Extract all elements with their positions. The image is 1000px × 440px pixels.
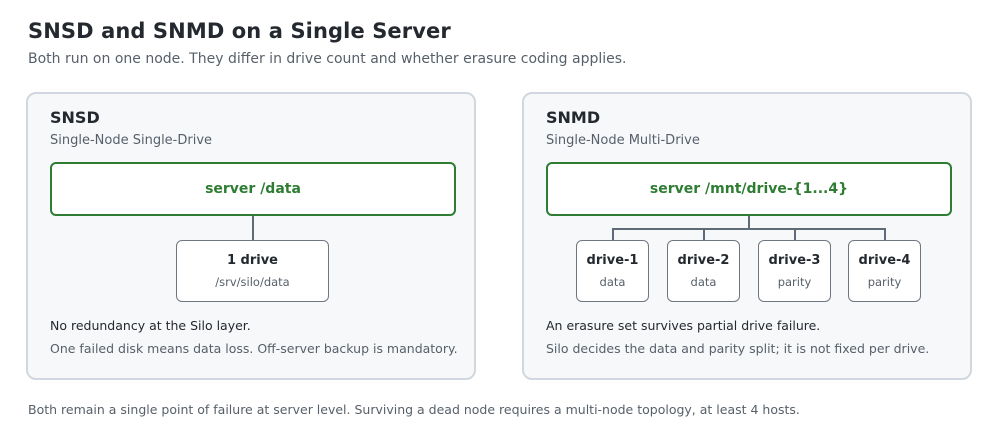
server-box: server /mnt/drive-{1...4} — [546, 162, 952, 216]
diagram-title: SNSD and SNMD on a Single Server — [28, 19, 451, 43]
drive-box: drive-2 data — [667, 240, 740, 302]
panel-snsd: SNSD Single-Node Single-Drive server /da… — [26, 92, 476, 380]
connector-drop — [794, 228, 796, 240]
drive-path: /srv/silo/data — [215, 275, 290, 289]
drive-label: 1 drive — [226, 253, 279, 268]
panel-note: No redundancy at the Silo layer. — [50, 318, 251, 333]
footer-note: Both remain a single point of failure at… — [28, 402, 800, 417]
connector-drop — [703, 228, 705, 240]
drive-role: data — [599, 275, 626, 289]
drive-role: parity — [867, 275, 902, 289]
drive-box: drive-4 parity — [848, 240, 921, 302]
panel-note: An erasure set survives partial drive fa… — [546, 318, 821, 333]
connector-drop — [612, 228, 614, 240]
drive-label: drive-1 — [586, 253, 639, 268]
drive-label: drive-4 — [858, 253, 911, 268]
drive-box: 1 drive /srv/silo/data — [176, 240, 329, 302]
drive-label: drive-3 — [768, 253, 821, 268]
drive-label: drive-2 — [677, 253, 730, 268]
panel-description: Single-Node Single-Drive — [50, 133, 213, 148]
panel-snmd: SNMD Single-Node Multi-Drive server /mnt… — [522, 92, 972, 380]
connector-drop — [884, 228, 886, 240]
server-box: server /data — [50, 162, 456, 216]
connector-bus — [612, 228, 885, 230]
panel-description: Single-Node Multi-Drive — [546, 133, 700, 148]
drive-box: drive-3 parity — [758, 240, 831, 302]
panel-note-detail: Silo decides the data and parity split; … — [546, 341, 930, 356]
panel-title: SNMD — [546, 108, 601, 127]
panel-title: SNSD — [50, 108, 100, 127]
drive-box: drive-1 data — [576, 240, 649, 302]
connector-line — [252, 216, 254, 240]
panel-note-detail: One failed disk means data loss. Off-ser… — [50, 341, 458, 356]
diagram-subtitle: Both run on one node. They differ in dri… — [28, 51, 627, 67]
drive-role: data — [690, 275, 717, 289]
connector-trunk — [748, 216, 750, 228]
drive-role: parity — [777, 275, 812, 289]
